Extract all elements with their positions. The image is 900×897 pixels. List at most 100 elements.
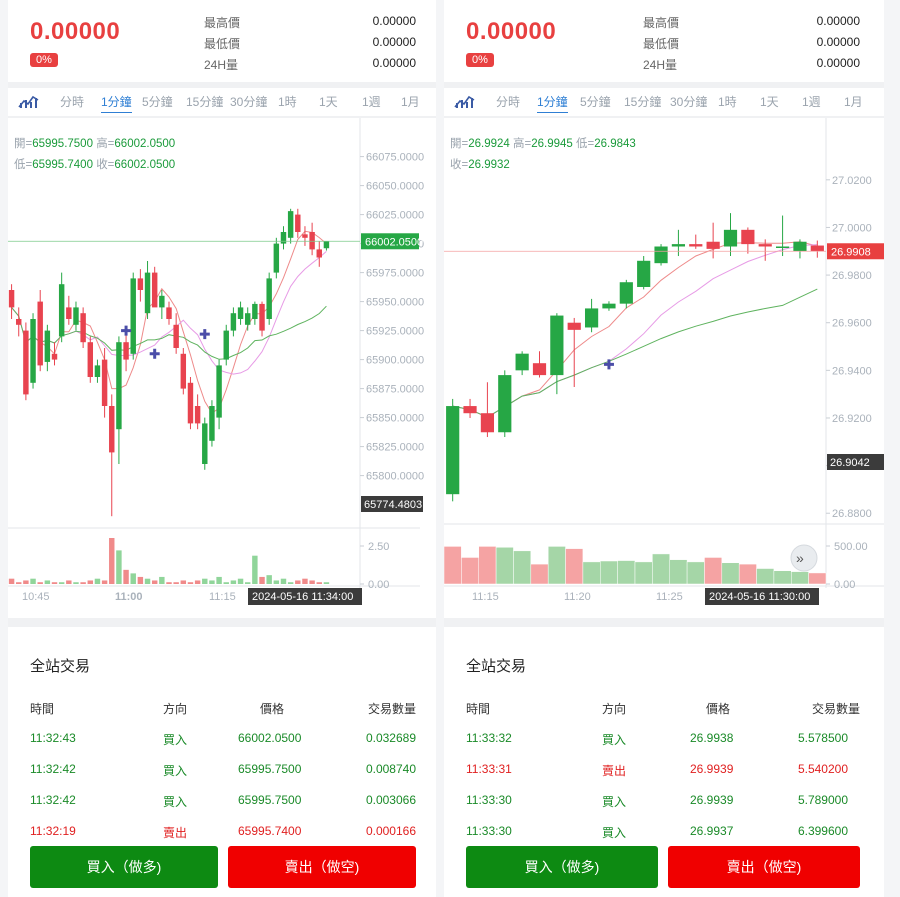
crosshair-time-label: 2024-05-16 11:30:00 xyxy=(709,591,810,603)
tab-15min[interactable]: 15分鐘 xyxy=(624,93,661,110)
volume-tick-label: 0.00 xyxy=(368,579,389,591)
tab-1min[interactable]: 1分鐘 xyxy=(101,93,132,113)
chart-canvas[interactable]: 66075.000066050.000066025.000066000.0000… xyxy=(8,118,436,618)
candle-body xyxy=(273,243,280,273)
volume-bar xyxy=(173,582,179,584)
expand-chart-icon[interactable] xyxy=(790,544,818,572)
volume-bar xyxy=(652,553,670,585)
x-tick-label: 11:25 xyxy=(656,591,683,603)
tab-15min[interactable]: 15分鐘 xyxy=(186,93,223,110)
market-panel-right: 0.00000 0% 最高價 0.00000 最低價 0.00000 24H量 … xyxy=(444,0,884,897)
tab-30min[interactable]: 30分鐘 xyxy=(230,93,267,110)
col-qty: 交易數量 xyxy=(811,702,860,716)
volume-bar xyxy=(144,578,151,584)
tab-30min[interactable]: 30分鐘 xyxy=(670,93,707,110)
trade-time: 11:33:32 xyxy=(466,731,512,745)
stat-label-low: 最低價 xyxy=(204,37,241,51)
trade-price: 65995.7500 xyxy=(238,762,302,776)
y-tick-label: 26.9600 xyxy=(832,318,872,330)
trade-side: 買入 xyxy=(602,733,627,747)
volume-bar xyxy=(791,571,809,585)
tab-time-share[interactable]: 分時 xyxy=(60,93,84,110)
trade-time: 11:32:43 xyxy=(30,731,76,745)
candle-body xyxy=(280,232,287,244)
indicator-chart-icon[interactable] xyxy=(18,93,40,109)
candle-body xyxy=(259,303,265,331)
tab-1day[interactable]: 1天 xyxy=(760,93,779,110)
candle-body xyxy=(51,353,58,360)
candle-body xyxy=(144,272,151,314)
y-tick-label: 65825.0000 xyxy=(366,442,424,454)
stat-value-high: 0.00000 xyxy=(372,14,416,28)
tab-1month[interactable]: 1月 xyxy=(844,93,863,110)
candle-body xyxy=(793,241,807,252)
volume-tick-label: 500.00 xyxy=(834,541,868,553)
trade-qty: 0.008740 xyxy=(365,762,416,776)
volume-bar xyxy=(109,538,115,584)
candle-body xyxy=(16,319,22,325)
stat-label-volume: 24H量 xyxy=(643,58,678,72)
candle-body xyxy=(810,245,824,252)
tab-1hour[interactable]: 1時 xyxy=(278,93,297,110)
tab-1hour[interactable]: 1時 xyxy=(718,93,737,110)
tab-1min[interactable]: 1分鐘 xyxy=(537,93,568,113)
sell-short-button[interactable]: 賣出（做空) xyxy=(228,846,416,888)
volume-bar xyxy=(302,578,308,584)
sell-short-button[interactable]: 賣出（做空) xyxy=(668,846,860,888)
tab-1month[interactable]: 1月 xyxy=(401,93,420,110)
trade-time: 11:32:42 xyxy=(30,793,76,807)
trade-side: 買入 xyxy=(163,733,188,747)
stat-value-volume: 0.00000 xyxy=(816,56,860,70)
volume-bar xyxy=(669,559,688,585)
y-tick-label: 26.8800 xyxy=(832,508,872,520)
candle-body xyxy=(137,278,144,290)
candlestick-chart[interactable]: 開=65995.7500 高=66002.0500 低=65995.7400 收… xyxy=(8,118,436,618)
buy-long-button[interactable]: 買入（做多) xyxy=(466,846,658,888)
tab-1day[interactable]: 1天 xyxy=(319,93,338,110)
change-badge: 0% xyxy=(466,53,494,67)
candle-body xyxy=(584,308,599,328)
tab-1week[interactable]: 1週 xyxy=(362,93,381,110)
volume-bar xyxy=(444,546,462,585)
candle-body xyxy=(302,234,308,238)
col-time: 時間 xyxy=(466,702,491,716)
tab-1week[interactable]: 1週 xyxy=(802,93,821,110)
volume-bar xyxy=(51,582,58,584)
trade-qty: 5.578500 xyxy=(797,731,848,745)
low-price-tag-label: 26.9042 xyxy=(830,457,870,469)
candlestick-chart[interactable]: 開=26.9924 高=26.9945 低=26.9843 收=26.9932 … xyxy=(444,118,884,618)
stat-label-volume: 24H量 xyxy=(204,58,239,72)
candle-body xyxy=(498,375,512,433)
y-tick-label: 27.0000 xyxy=(832,222,872,234)
candle-body xyxy=(166,307,172,319)
chart-canvas[interactable]: 27.0200 27.0000 26.9800 26.9600 26.9400 26.92… xyxy=(444,118,884,618)
trade-marker-icon xyxy=(199,329,210,340)
candle-body xyxy=(223,330,229,360)
volume-bar xyxy=(37,582,43,584)
candle-body xyxy=(741,229,755,245)
trade-price: 26.9939 xyxy=(690,793,734,807)
trade-side: 買入 xyxy=(602,795,627,809)
tab-5min[interactable]: 5分鐘 xyxy=(580,93,611,110)
col-side: 方向 xyxy=(602,702,627,716)
candle-body xyxy=(8,290,15,308)
volume-bar xyxy=(309,580,315,584)
volume-bar xyxy=(721,562,740,585)
candle-body xyxy=(23,330,29,395)
trade-qty: 0.000166 xyxy=(365,824,416,838)
tab-time-share[interactable]: 分時 xyxy=(496,93,520,110)
trade-qty: 0.032689 xyxy=(365,731,416,745)
volume-bar xyxy=(101,580,108,584)
trade-qty: 0.003066 xyxy=(365,793,416,807)
stat-value-high: 0.00000 xyxy=(816,14,860,28)
volume-bar xyxy=(280,578,287,584)
volume-bar xyxy=(123,569,129,584)
crosshair-time-label: 2024-05-16 11:34:00 xyxy=(252,591,353,603)
buy-long-button[interactable]: 買入（做多) xyxy=(30,846,218,888)
trade-qty: 5.540200 xyxy=(797,762,848,776)
trade-row: 11:32:42 買入 65995.7500 0.008740 xyxy=(8,762,436,782)
volume-bar xyxy=(756,568,775,585)
trade-qty: 6.399600 xyxy=(797,824,848,838)
tab-5min[interactable]: 5分鐘 xyxy=(142,93,173,110)
indicator-chart-icon[interactable] xyxy=(454,93,476,109)
